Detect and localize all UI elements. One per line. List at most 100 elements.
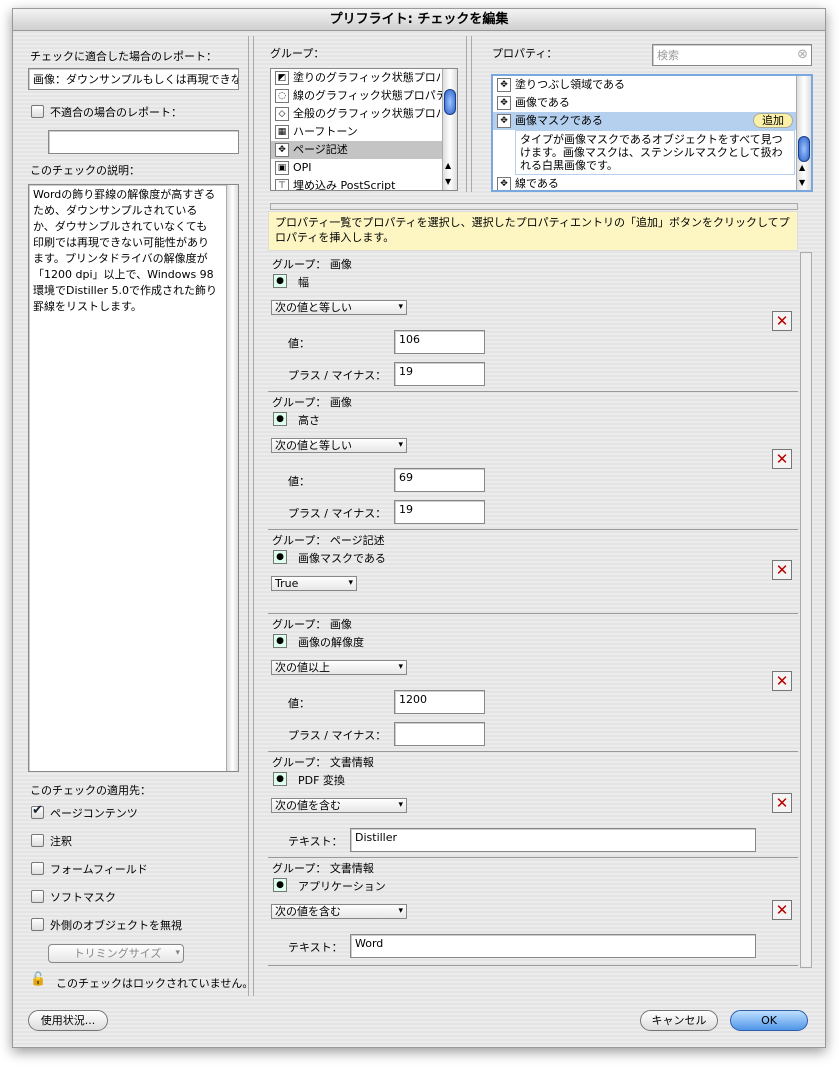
property-item-label: 画像マスクである xyxy=(515,114,603,127)
groups-list: ◩ 塗りのグラフィック状態プロパ ◌ 線のグラフィック状態プロパテ ◇ 全般のグラフィック… xyxy=(270,68,458,191)
group-item-label: OPI xyxy=(293,161,312,174)
delete-criterion-button[interactable]: ✕ xyxy=(772,311,792,331)
value-input[interactable]: 19 xyxy=(394,500,485,524)
group-item[interactable]: ✥ ページ記述 xyxy=(271,141,457,159)
nomatch-report-field[interactable] xyxy=(48,130,239,154)
page-description-icon: ✥ xyxy=(275,143,289,157)
text-input[interactable]: Distiller xyxy=(350,828,756,852)
group-item-label: ページ記述 xyxy=(293,143,348,156)
property-move-icon: ✥ xyxy=(497,114,511,128)
search-input[interactable]: 検索 ⊗ xyxy=(652,44,812,66)
applies-checkbox[interactable] xyxy=(31,862,44,875)
trim-size-select[interactable]: トリミングサイズ xyxy=(48,944,184,963)
description-text: Wordの飾り罫線の解像度が高すぎるため、ダウンサンプルされているか、ダウサンプ… xyxy=(33,188,218,313)
value-input[interactable] xyxy=(394,722,485,746)
property-item[interactable]: ✥ 線である xyxy=(493,175,811,190)
value-input[interactable]: 69 xyxy=(394,468,485,492)
operator-select[interactable]: 次の値を含む xyxy=(271,904,407,919)
property-description: タイプが画像マスクであるオブジェクトをすべて見つけます。画像マスクは、ステンシル… xyxy=(515,130,795,175)
criterion-block: グループ： 画像 ● 画像の解像度次の値以上 ✕ 値： 1200 プラス / マイナス： xyxy=(268,614,798,752)
text-input[interactable]: Word xyxy=(350,934,756,958)
horizontal-splitter[interactable] xyxy=(270,203,798,210)
group-item[interactable]: ▦ ハーフトーン xyxy=(271,123,457,141)
stroke-state-icon: ◌ xyxy=(275,89,289,103)
fill-state-icon: ◩ xyxy=(275,71,289,85)
criterion-property: PDF 変換 xyxy=(298,774,345,787)
group-item[interactable]: ▣ OPI xyxy=(271,159,457,177)
group-item[interactable]: ◌ 線のグラフィック状態プロパテ xyxy=(271,87,457,105)
applies-label: このチェックの適用先： xyxy=(30,784,151,797)
window-title: プリフライト: チェックを編集 xyxy=(13,9,825,31)
postscript-icon: ⊤ xyxy=(275,179,289,190)
clear-search-icon[interactable]: ⊗ xyxy=(797,47,808,62)
group-item[interactable]: ◩ 塗りのグラフィック状態プロパ xyxy=(271,69,457,87)
criterion-group: グループ： ページ記述 xyxy=(272,534,385,547)
match-report-field[interactable]: 画像：ダウンサンプルもしくは再現できな xyxy=(28,68,239,90)
description-textarea[interactable]: Wordの飾り罫線の解像度が高すぎるため、ダウンサンプルされているか、ダウサンプ… xyxy=(28,184,239,772)
value-input[interactable]: 1200 xyxy=(394,690,485,714)
add-property-button[interactable]: 追加 xyxy=(753,113,793,128)
value-input[interactable]: 19 xyxy=(394,362,485,386)
property-icon: ● xyxy=(273,274,287,288)
nomatch-report-label: 不適合の場合のレポート： xyxy=(50,106,182,119)
applies-label-0: ページコンテンツ xyxy=(50,807,138,820)
delete-criterion-button[interactable]: ✕ xyxy=(772,671,792,691)
cancel-button[interactable]: キャンセル xyxy=(640,1010,718,1031)
properties-label: プロパティ： xyxy=(492,47,558,60)
operator-select[interactable]: 次の値と等しい xyxy=(271,300,407,315)
criterion-block: グループ： ページ記述 ● 画像マスクである True ✕ xyxy=(268,530,798,614)
applies-checkbox[interactable] xyxy=(31,918,44,931)
property-item-label: 塗りつぶし領域である xyxy=(515,78,625,91)
properties-list: ✥ 塗りつぶし領域である ✥ 画像である ✥ 画像マスクである 追加 タイプが画像マスクである… xyxy=(491,74,813,192)
ok-button[interactable]: OK xyxy=(730,1010,808,1031)
groups-label: グループ： xyxy=(270,47,325,60)
properties-scrollbar[interactable]: ▲ ▼ xyxy=(796,76,811,190)
description-scrollbar[interactable] xyxy=(226,185,238,771)
applies-checkbox[interactable] xyxy=(31,803,44,819)
group-item[interactable]: ◇ 全般のグラフィック状態プロパ xyxy=(271,105,457,123)
property-icon: ● xyxy=(273,412,287,426)
delete-criterion-button[interactable]: ✕ xyxy=(772,793,792,813)
operator-select[interactable]: 次の値と等しい xyxy=(271,438,407,453)
property-item[interactable]: ✥ 塗りつぶし領域である xyxy=(493,76,811,94)
pane-splitter[interactable] xyxy=(248,36,254,996)
property-icon: ● xyxy=(273,550,287,564)
criterion-group: グループ： 文書情報 xyxy=(272,756,374,769)
criteria-scrollbar[interactable] xyxy=(800,252,812,968)
delete-criterion-button[interactable]: ✕ xyxy=(772,449,792,469)
operator-select[interactable]: 次の値以上 xyxy=(271,660,407,675)
field-label: プラス / マイナス： xyxy=(288,507,387,520)
criterion-block: グループ： 文書情報 ● PDF 変換次の値を含む ✕ テキスト： Distiller xyxy=(268,752,798,858)
list-splitter[interactable] xyxy=(466,36,472,192)
property-item-label: 線である xyxy=(515,177,559,190)
property-move-icon: ✥ xyxy=(497,78,511,92)
property-move-icon: ✥ xyxy=(497,96,511,110)
property-icon: ● xyxy=(273,634,287,648)
applies-checkbox[interactable] xyxy=(31,890,44,903)
usage-button[interactable]: 使用状況... xyxy=(28,1010,108,1031)
criterion-property: 画像マスクである xyxy=(298,552,386,565)
property-item[interactable]: ✥ 画像である xyxy=(493,94,811,112)
criterion-group: グループ： 画像 xyxy=(272,396,352,409)
group-item-label: 埋め込み PostScript xyxy=(293,179,396,191)
property-icon: ● xyxy=(273,772,287,786)
delete-criterion-button[interactable]: ✕ xyxy=(772,900,792,920)
operator-select[interactable]: True xyxy=(271,576,357,591)
criterion-group: グループ： 画像 xyxy=(272,258,352,271)
delete-criterion-button[interactable]: ✕ xyxy=(772,560,792,580)
criterion-group: グループ： 画像 xyxy=(272,618,352,631)
field-label: プラス / マイナス： xyxy=(288,369,387,382)
unlock-icon[interactable]: 🔓 xyxy=(30,972,46,987)
nomatch-report-checkbox[interactable] xyxy=(31,105,44,118)
property-item[interactable]: ✥ 画像マスクである 追加 xyxy=(493,112,811,130)
applies-checkbox[interactable] xyxy=(31,834,44,847)
criterion-property: 幅 xyxy=(298,276,309,289)
group-item[interactable]: ⊤ 埋め込み PostScript xyxy=(271,177,457,191)
description-label: このチェックの説明： xyxy=(30,164,140,177)
group-item-label: 全般のグラフィック状態プロパ xyxy=(293,107,447,120)
value-input[interactable]: 106 xyxy=(394,330,485,354)
operator-select[interactable]: 次の値を含む xyxy=(271,798,407,813)
groups-scrollbar[interactable]: ▲ ▼ xyxy=(442,69,457,190)
match-report-label: チェックに適合した場合のレポート： xyxy=(30,50,217,63)
graphic-state-icon: ◇ xyxy=(275,107,289,121)
